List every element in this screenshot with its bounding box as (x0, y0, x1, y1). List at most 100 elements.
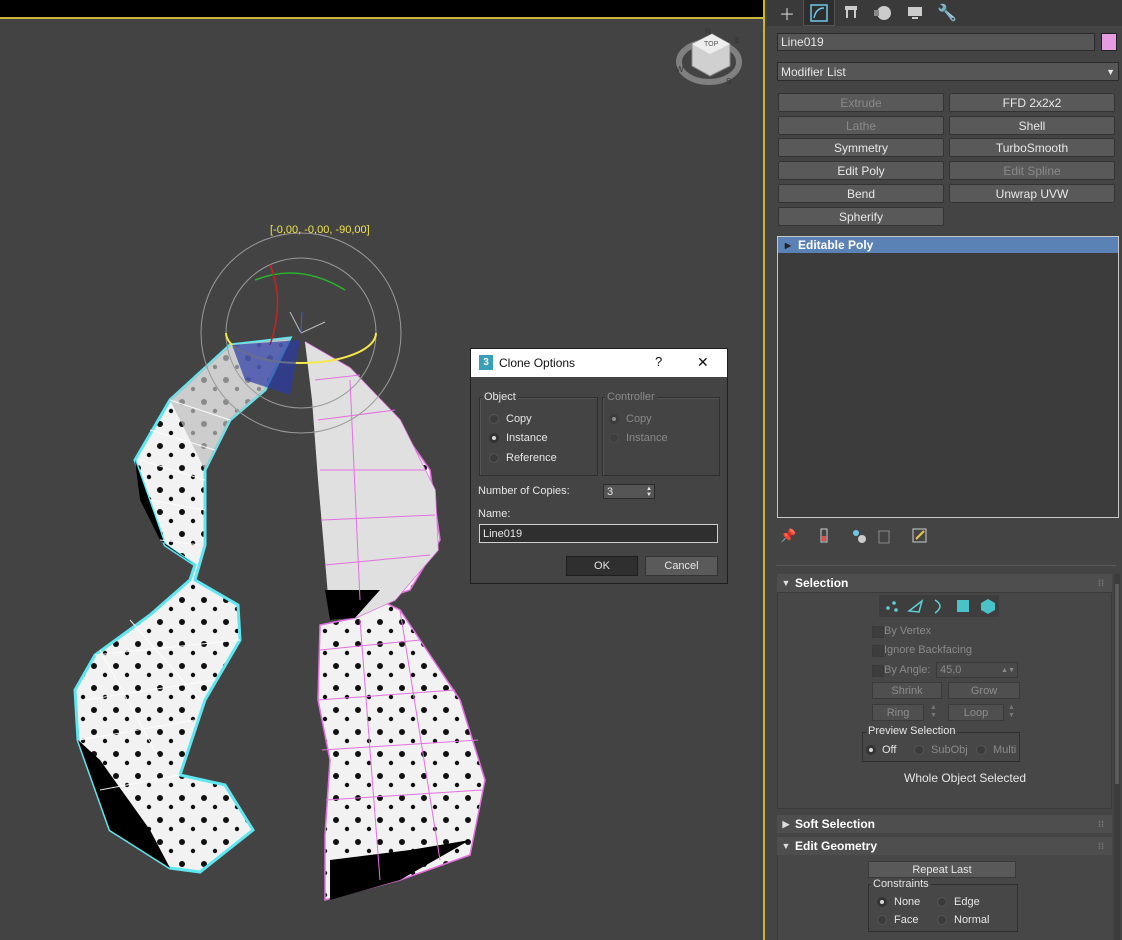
modifier-button-lathe[interactable]: Lathe (778, 116, 944, 135)
constraint-edge-radio[interactable] (937, 897, 947, 907)
compass-n: N (705, 27, 711, 36)
subobject-toolbar (879, 595, 999, 617)
controller-instance-radio[interactable] (609, 433, 619, 443)
constraint-normal-radio[interactable] (937, 915, 947, 925)
by-angle-label: By Angle: (884, 664, 931, 676)
drag-handle-icon[interactable]: ⁞⁞ (1098, 841, 1104, 851)
shrink-button[interactable]: Shrink (872, 682, 942, 699)
element-icon[interactable] (981, 599, 995, 614)
modifier-button-unwrap-uvw[interactable]: Unwrap UVW (949, 184, 1115, 203)
modifier-list-dropdown[interactable]: Modifier List ▼ (777, 62, 1119, 81)
pin-icon[interactable]: 📌 (780, 528, 796, 544)
modifier-stack[interactable] (777, 236, 1119, 518)
remove-modifier-icon[interactable] (877, 528, 891, 544)
repeat-last-button[interactable]: Repeat Last (868, 861, 1016, 878)
panel-scrollbar[interactable] (1114, 574, 1120, 940)
by-vertex-checkbox[interactable] (872, 626, 884, 638)
number-of-copies-value: 3 (607, 485, 614, 498)
by-vertex-label: By Vertex (884, 625, 932, 637)
display-icon[interactable] (900, 0, 930, 25)
constraint-none-radio[interactable] (877, 897, 887, 907)
command-panel-tabs: ＋ 🔧 (767, 0, 1122, 26)
border-icon[interactable] (934, 599, 941, 614)
rollout-title: Selection (795, 576, 849, 590)
ok-button[interactable]: OK (566, 556, 638, 576)
controller-instance-label: Instance (626, 432, 668, 444)
preview-multi-label: Multi (993, 744, 1017, 756)
polygon-icon[interactable] (957, 600, 969, 612)
panel-divider (776, 565, 1116, 566)
name-input[interactable] (479, 524, 718, 543)
loop-spinner-icon[interactable]: ▲ ▼ (1008, 704, 1020, 721)
spinner-arrows-icon[interactable]: ▲▼ (1001, 667, 1017, 674)
modifier-button-symmetry[interactable]: Symmetry (778, 138, 944, 157)
modifier-button-spherify[interactable]: Spherify (778, 207, 944, 226)
preview-subobj-radio[interactable] (914, 745, 924, 755)
rollout-selection-header[interactable]: ▼ Selection ⁞⁞ (777, 574, 1112, 592)
collapse-arrow-icon: ▼ (781, 578, 791, 588)
controller-copy-radio[interactable] (609, 414, 619, 424)
drag-handle-icon[interactable]: ⁞⁞ (1098, 578, 1104, 588)
help-button[interactable]: ? (655, 354, 662, 369)
grow-button[interactable]: Grow (948, 682, 1020, 699)
ring-spinner-icon[interactable]: ▲ ▼ (930, 704, 942, 721)
motion-icon[interactable] (868, 0, 898, 25)
stack-item-label: Editable Poly (798, 238, 874, 252)
angle-value: 45,0 (940, 664, 962, 676)
viewport-active-border (763, 0, 765, 940)
rollout-title: Soft Selection (795, 817, 876, 831)
reference-radio[interactable] (489, 453, 499, 463)
number-of-copies-spinner[interactable]: 3 ▲ ▼ (603, 484, 655, 499)
close-button[interactable]: ✕ (697, 354, 709, 371)
drag-handle-icon[interactable]: ⁞⁞ (1098, 819, 1104, 829)
constraint-face-label: Face (894, 914, 919, 926)
app-logo-icon: 3 (479, 355, 493, 370)
number-of-copies-label: Number of Copies: (478, 485, 570, 497)
expand-arrow-icon[interactable]: ▶ (778, 241, 798, 250)
stack-item-editable-poly[interactable]: ▶ Editable Poly (778, 237, 1118, 253)
object-color-swatch[interactable] (1101, 33, 1117, 51)
modifier-button-bend[interactable]: Bend (778, 184, 944, 203)
ring-button[interactable]: Ring (872, 704, 924, 721)
constraint-edge-label: Edge (954, 896, 980, 908)
by-angle-checkbox[interactable] (872, 665, 884, 677)
selection-status: Whole Object Selected (904, 771, 1027, 785)
modify-icon[interactable] (803, 0, 835, 26)
ignore-backfacing-checkbox[interactable] (872, 645, 884, 657)
dialog-title-bar[interactable]: 3 Clone Options ? ✕ (471, 349, 727, 377)
constraint-face-radio[interactable] (877, 915, 887, 925)
modifier-button-edit-spline[interactable]: Edit Spline (949, 161, 1115, 180)
angle-spinner[interactable]: 45,0 ▲▼ (936, 662, 1018, 678)
modifier-button-turbosmooth[interactable]: TurboSmooth (949, 138, 1115, 157)
object-name-field[interactable]: Line019 (777, 33, 1095, 51)
compass-e: E (735, 36, 740, 45)
loop-button[interactable]: Loop (948, 704, 1004, 721)
utilities-icon[interactable]: 🔧 (932, 0, 962, 25)
hierarchy-icon[interactable] (836, 0, 866, 25)
object-left[interactable] (73, 336, 293, 874)
cancel-button[interactable]: Cancel (645, 556, 718, 576)
make-unique-icon[interactable] (851, 528, 867, 544)
copy-radio[interactable] (489, 414, 499, 424)
create-icon[interactable]: ＋ (772, 0, 802, 25)
preview-off-radio[interactable] (866, 745, 876, 755)
rollout-edit-geometry-header[interactable]: ▼ Edit Geometry ⁞⁞ (777, 837, 1112, 855)
modifier-button-extrude[interactable]: Extrude (778, 93, 944, 112)
preview-multi-radio[interactable] (976, 745, 986, 755)
rollout-soft-selection-header[interactable]: ▶ Soft Selection ⁞⁞ (777, 815, 1112, 833)
modifier-button-shell[interactable]: Shell (949, 116, 1115, 135)
spinner-arrows-icon[interactable]: ▲▼ (646, 486, 652, 498)
instance-radio[interactable] (489, 433, 499, 443)
viewcube[interactable]: TOP N E S W (676, 27, 742, 86)
rollout-title: Edit Geometry (795, 839, 878, 853)
controller-group-label: Controller (605, 391, 657, 403)
vertex-icon[interactable] (886, 601, 898, 612)
object-right[interactable] (304, 341, 486, 901)
show-end-result-icon[interactable] (818, 528, 830, 544)
ignore-backfacing-label: Ignore Backfacing (884, 644, 973, 656)
configure-icon[interactable] (912, 528, 928, 544)
edge-icon[interactable] (907, 599, 924, 613)
modifier-button-edit-poly[interactable]: Edit Poly (778, 161, 944, 180)
modifier-button-ffd[interactable]: FFD 2x2x2 (949, 93, 1115, 112)
dialog-title: Clone Options (499, 356, 576, 370)
